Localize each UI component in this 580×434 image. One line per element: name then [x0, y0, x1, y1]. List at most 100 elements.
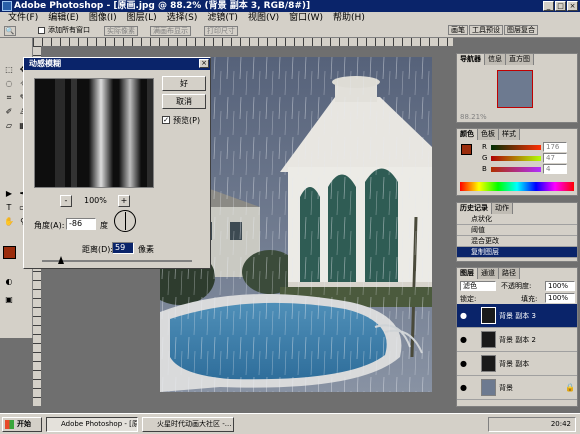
- preview-checkbox[interactable]: ✓: [162, 116, 170, 124]
- motion-blur-dialog: 动感模糊 × - 100% + 好 取消 ✓ 预览(P) 角度(A): -86 …: [23, 57, 211, 269]
- tab-navigator[interactable]: 导航器: [457, 54, 485, 65]
- angle-unit: 度: [100, 221, 108, 230]
- menu-layer[interactable]: 图层(L): [127, 12, 157, 24]
- distance-slider-track[interactable]: [42, 260, 192, 262]
- actual-pixels-button[interactable]: 实际像素: [104, 26, 138, 36]
- channel-b-slider[interactable]: [491, 167, 541, 172]
- menu-file[interactable]: 文件(F): [8, 12, 38, 24]
- distance-label: 距离(D):: [82, 245, 114, 254]
- crop-tool-icon[interactable]: ⌗: [2, 92, 16, 104]
- eye-icon[interactable]: ●: [460, 328, 467, 352]
- tab-color[interactable]: 颜色: [457, 129, 478, 140]
- lasso-tool-icon[interactable]: ◌: [2, 78, 16, 90]
- navigator-panel: 导航器 信息 直方图 88.21%: [456, 53, 578, 123]
- screen-mode-icon[interactable]: ▣: [2, 294, 16, 306]
- eye-icon[interactable]: ●: [460, 352, 467, 376]
- dialog-close-icon[interactable]: ×: [199, 59, 209, 68]
- palette-well-brushes[interactable]: 画笔: [448, 25, 468, 35]
- history-item[interactable]: 点状化: [457, 214, 577, 225]
- channel-b-value[interactable]: 4: [543, 164, 567, 174]
- color-ramp[interactable]: [460, 182, 574, 191]
- angle-input[interactable]: -86: [66, 218, 96, 230]
- tab-history[interactable]: 历史记录: [457, 203, 492, 214]
- channel-g-slider[interactable]: [491, 156, 541, 161]
- maximize-button[interactable]: □: [555, 1, 566, 11]
- dialog-titlebar: 动感模糊: [24, 58, 210, 70]
- foreground-color-swatch[interactable]: [3, 246, 16, 259]
- photoshop-icon: [2, 1, 12, 11]
- layer-name: 背景: [499, 384, 513, 392]
- angle-label: 角度(A):: [34, 221, 65, 230]
- color-tabs: 颜色 色板 样式: [457, 129, 577, 140]
- layer-thumbnail: [481, 355, 496, 372]
- history-item-active[interactable]: 复制图层: [457, 247, 577, 258]
- dialog-title: 动感模糊: [29, 59, 61, 68]
- eraser-tool-icon[interactable]: ▱: [2, 120, 16, 132]
- color-panel: 颜色 色板 样式 R 176 G 47 B 4: [456, 128, 578, 196]
- tab-histogram[interactable]: 直方图: [506, 54, 534, 65]
- close-button[interactable]: ×: [567, 1, 578, 11]
- preview-pane[interactable]: [34, 78, 154, 188]
- eye-icon[interactable]: ●: [460, 376, 467, 400]
- menu-edit[interactable]: 编辑(E): [48, 12, 79, 24]
- menu-filter[interactable]: 滤镜(T): [207, 12, 238, 24]
- tab-actions[interactable]: 动作: [492, 203, 513, 214]
- blend-mode-select[interactable]: 滤色: [460, 281, 496, 291]
- tab-styles[interactable]: 样式: [499, 129, 520, 140]
- tab-paths[interactable]: 路径: [499, 268, 520, 279]
- text-tool-icon[interactable]: T: [2, 202, 16, 214]
- menu-view[interactable]: 视图(V): [248, 12, 279, 24]
- brush-tool-icon[interactable]: ✐: [2, 106, 16, 118]
- minimize-button[interactable]: _: [543, 1, 554, 11]
- fill-input[interactable]: 100%: [545, 293, 575, 303]
- layer-row[interactable]: ● 背景 副本 2: [457, 328, 577, 352]
- angle-dial-needle: [125, 212, 126, 230]
- zoom-out-button[interactable]: -: [60, 195, 72, 207]
- layer-row[interactable]: ● 背景 🔒: [457, 376, 577, 400]
- history-tabs: 历史记录 动作: [457, 203, 577, 214]
- menu-select[interactable]: 选择(S): [167, 12, 198, 24]
- tab-info[interactable]: 信息: [485, 54, 506, 65]
- layer-name: 背景 副本 2: [499, 336, 536, 344]
- start-label: 开始: [17, 420, 31, 428]
- channel-r-value[interactable]: 176: [543, 142, 567, 152]
- zoom-tool-icon[interactable]: 🔍: [4, 26, 16, 36]
- menu-help[interactable]: 帮助(H): [333, 12, 365, 24]
- marquee-tool-icon[interactable]: ⬚: [2, 64, 16, 76]
- start-button[interactable]: 开始: [2, 417, 42, 432]
- quick-mask-icon[interactable]: ◐: [2, 276, 16, 288]
- menu-window[interactable]: 窗口(W): [289, 12, 323, 24]
- lock-icon: 🔒: [565, 383, 575, 392]
- tab-layers[interactable]: 图层: [457, 268, 478, 279]
- opacity-input[interactable]: 100%: [545, 281, 575, 291]
- navigator-thumbnail[interactable]: [497, 70, 533, 108]
- distance-input[interactable]: 59: [112, 242, 134, 254]
- navigator-zoom: 88.21%: [460, 113, 487, 121]
- channel-g-value[interactable]: 47: [543, 153, 567, 163]
- cancel-button[interactable]: 取消: [162, 94, 206, 109]
- path-select-tool-icon[interactable]: ▶: [2, 188, 16, 200]
- all-windows-checkbox[interactable]: [38, 27, 45, 34]
- layer-row-active[interactable]: ● 背景 副本 3: [457, 304, 577, 328]
- eye-icon[interactable]: ●: [460, 304, 467, 328]
- angle-dial[interactable]: [114, 210, 136, 232]
- tab-channels[interactable]: 通道: [478, 268, 499, 279]
- all-windows-label: 添加所有窗口: [48, 26, 90, 34]
- taskbar-task-browser[interactable]: 火星时代动画大社区 -...: [142, 417, 234, 432]
- tab-swatches[interactable]: 色板: [478, 129, 499, 140]
- fit-screen-button[interactable]: 满画布显示: [150, 26, 191, 36]
- print-size-button[interactable]: 打印尺寸: [204, 26, 238, 36]
- palette-well-tool-presets[interactable]: 工具预设: [469, 25, 503, 35]
- opacity-label: 不透明度:: [501, 282, 532, 290]
- history-item[interactable]: 混合更改: [457, 236, 577, 247]
- menu-image[interactable]: 图像(I): [89, 12, 117, 24]
- hand-tool-icon[interactable]: ✋: [2, 216, 16, 228]
- zoom-in-button[interactable]: +: [118, 195, 130, 207]
- taskbar-task-photoshop[interactable]: Adobe Photoshop - [原画...: [46, 417, 138, 432]
- layer-row[interactable]: ● 背景 副本: [457, 352, 577, 376]
- channel-r-slider[interactable]: [491, 145, 541, 150]
- palette-well-layer-comps[interactable]: 图层复合: [504, 25, 538, 35]
- ok-button[interactable]: 好: [162, 76, 206, 91]
- history-item[interactable]: 阈值: [457, 225, 577, 236]
- color-fg-swatch[interactable]: [461, 144, 472, 155]
